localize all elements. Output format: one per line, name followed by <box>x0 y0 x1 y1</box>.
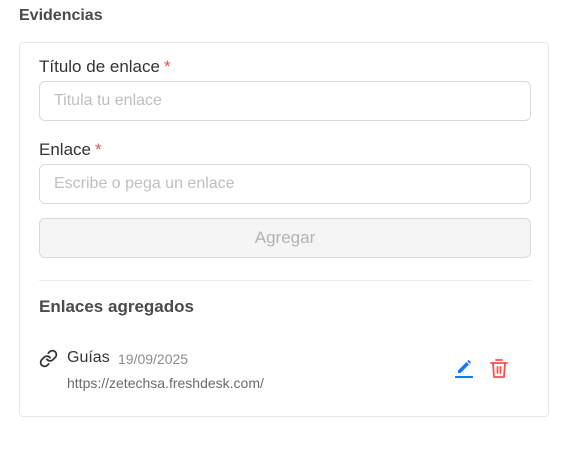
add-button[interactable]: Agregar <box>39 218 531 258</box>
link-field-label-text: Enlace <box>39 140 91 159</box>
title-input[interactable] <box>39 81 531 121</box>
link-name[interactable]: Guías <box>67 349 110 367</box>
link-icon <box>39 349 58 368</box>
required-mark: * <box>94 140 102 159</box>
title-field-label-text: Título de enlace <box>39 57 160 76</box>
link-field-label: Enlace * <box>39 140 102 160</box>
evidencias-panel: Evidencias Título de enlace* Enlace* Agr… <box>0 0 571 451</box>
evidencias-card: Título de enlace* Enlace* Agregar Enlace… <box>19 42 549 417</box>
link-input[interactable] <box>39 164 531 204</box>
section-title: Evidencias <box>19 7 103 24</box>
list-item: Guías 19/09/2025 https://zetechsa.freshd… <box>39 343 531 399</box>
required-mark: * <box>163 57 171 76</box>
edit-icon[interactable] <box>454 357 474 379</box>
title-field-label: Título de enlace * <box>39 57 171 77</box>
divider <box>39 280 531 281</box>
link-date: 19/09/2025 <box>118 351 189 367</box>
delete-icon[interactable] <box>489 357 509 379</box>
links-list-title: Enlaces agregados <box>39 297 194 316</box>
link-url[interactable]: https://zetechsa.freshdesk.com/ <box>67 375 264 391</box>
